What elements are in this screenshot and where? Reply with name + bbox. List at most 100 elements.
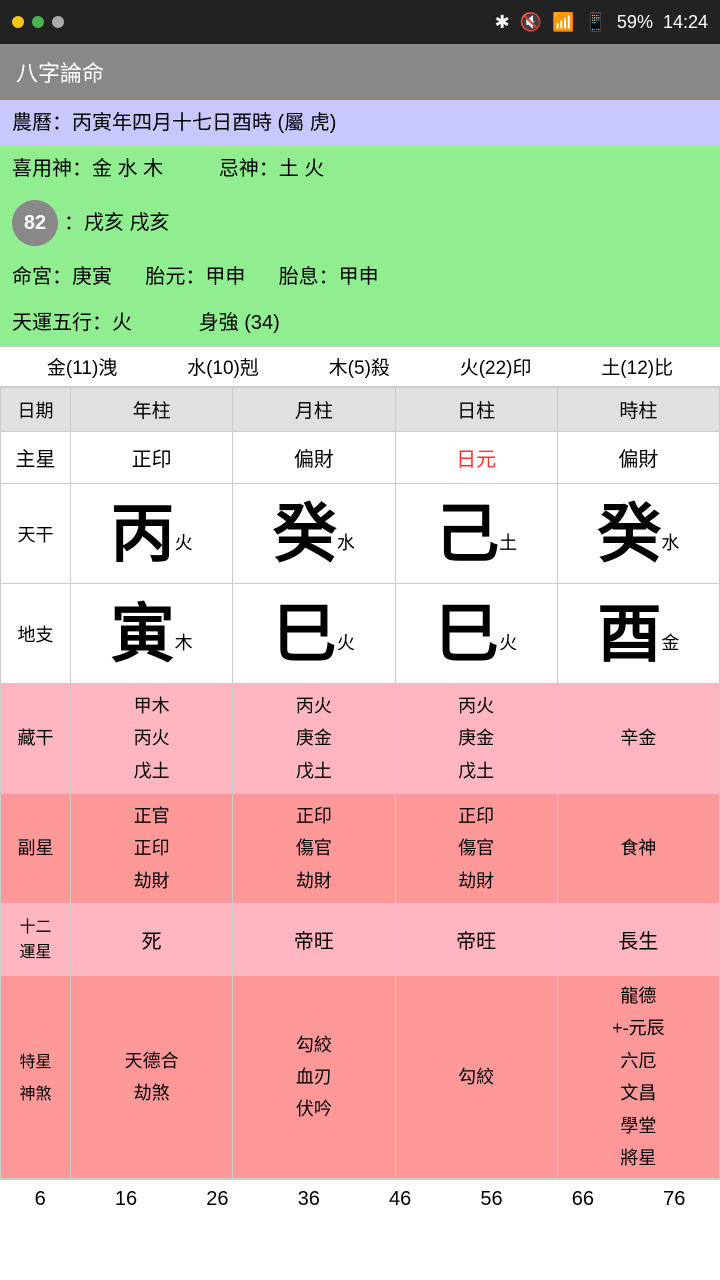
special-h3: 六厄: [620, 1051, 656, 1071]
fuxing-d1: 正印: [458, 806, 494, 826]
elem-wood: 木(5)殺: [329, 353, 390, 380]
canggan-row: 藏干 甲木 丙火 戊土 丙火 庚金 戊土 丙火 庚金 戊土 辛金: [1, 684, 720, 794]
canggan-m2: 庚金: [296, 728, 332, 748]
elem-earth: 土(12)比: [601, 353, 673, 380]
canggan-m1: 丙火: [296, 696, 332, 716]
num-3: 36: [298, 1188, 320, 1211]
heavenly-luck-text: 天運五行：火: [12, 312, 132, 334]
fuxing-row: 副星 正官 正印 劫財 正印 傷官 劫財 正印 傷官 劫財 食神: [1, 794, 720, 904]
special-stars-row: 特星神煞 天德合 劫煞 勾絞 血刃 伏吟 勾絞 龍德 +-元辰 六厄 文昌 學堂…: [1, 976, 720, 1179]
special-d1: 勾絞: [458, 1067, 494, 1087]
header-year: 年柱: [71, 388, 233, 432]
canggan-m3: 戊土: [296, 761, 332, 781]
tiangan-label: 天干: [1, 484, 71, 584]
five-elements-row: 金(11)洩 水(10)剋 木(5)殺 火(22)印 土(12)比: [0, 346, 720, 387]
tiangan-year-elem: 火: [175, 533, 193, 553]
dizhi-day: 巳火: [395, 584, 557, 684]
fuxing-label: 副星: [1, 794, 71, 904]
avoid-gods-text: 忌神：土 火: [219, 158, 325, 180]
main-star-year: 正印: [71, 432, 233, 484]
fuxing-d3: 劫財: [458, 871, 494, 891]
main-star-day: 日元: [395, 432, 557, 484]
header-day: 日柱: [395, 388, 557, 432]
special-m3: 伏吟: [296, 1099, 332, 1119]
dizhi-hour: 酉金: [557, 584, 719, 684]
yunxing-year: 死: [71, 904, 233, 976]
fuxing-hour: 食神: [557, 794, 719, 904]
bazi-table: 日期 年柱 月柱 日柱 時柱 主星 正印 偏財 日元 偏財 天干 丙火 癸水 己…: [0, 387, 720, 1179]
num-1: 16: [115, 1188, 137, 1211]
bluetooth-icon: ✱: [495, 12, 510, 33]
canggan-y1: 甲木: [134, 696, 170, 716]
wifi-icon: 📶: [552, 12, 574, 33]
special-h1: 龍德: [620, 986, 656, 1006]
dot2-icon: [32, 16, 44, 28]
dizhi-year: 寅木: [71, 584, 233, 684]
fuxing-h1: 食神: [620, 838, 656, 858]
fuxing-m3: 劫財: [296, 871, 332, 891]
special-day: 勾絞: [395, 976, 557, 1179]
fetal2-text: 胎息：甲申: [279, 266, 379, 288]
special-h5: 學堂: [620, 1116, 656, 1136]
yunxing-month: 帝旺: [233, 904, 395, 976]
canggan-d1: 丙火: [458, 696, 494, 716]
tiangan-year: 丙火: [71, 484, 233, 584]
fuxing-m2: 傷官: [296, 838, 332, 858]
special-m1: 勾絞: [296, 1035, 332, 1055]
canggan-day: 丙火 庚金 戊土: [395, 684, 557, 794]
fetal1-text: 胎元：甲申: [145, 266, 245, 288]
tiangan-day-char: 己: [435, 498, 499, 570]
fuxing-day: 正印 傷官 劫財: [395, 794, 557, 904]
fuxing-year: 正官 正印 劫財: [71, 794, 233, 904]
battery-text: 59%: [617, 12, 653, 33]
fuxing-d2: 傷官: [458, 838, 494, 858]
fuxing-y1: 正官: [134, 806, 170, 826]
num-7: 76: [663, 1188, 685, 1211]
canggan-d2: 庚金: [458, 728, 494, 748]
favorable-gods-row: 喜用神：金 水 木 忌神：土 火: [0, 146, 720, 192]
num-4: 46: [389, 1188, 411, 1211]
time-text: 14:24: [663, 12, 708, 33]
title-bar: 八字論命: [0, 44, 720, 100]
special-h4: 文昌: [620, 1083, 656, 1103]
main-star-row: 主星 正印 偏財 日元 偏財: [1, 432, 720, 484]
dizhi-row: 地支 寅木 巳火 巳火 酉金: [1, 584, 720, 684]
score-circle: 82: [12, 200, 58, 246]
dot3-icon: [52, 16, 64, 28]
fuxing-y2: 正印: [134, 838, 170, 858]
nayin-text: ：戌亥 戌亥: [64, 208, 170, 238]
elem-gold: 金(11)洩: [47, 353, 117, 380]
yunxing-label-text: 十二運星: [19, 919, 51, 960]
special-label-text: 特星神煞: [19, 1054, 51, 1103]
yunxing-label: 十二運星: [1, 904, 71, 976]
dizhi-year-char: 寅: [111, 598, 175, 670]
canggan-d3: 戊土: [458, 761, 494, 781]
special-label: 特星神煞: [1, 976, 71, 1179]
main-star-month: 偏財: [233, 432, 395, 484]
favorable-gods-text: 喜用神：金 水 木: [12, 158, 163, 180]
special-y2: 劫煞: [134, 1083, 170, 1103]
header-hour: 時柱: [557, 388, 719, 432]
life-palace-text: 命宮：庚寅: [12, 266, 112, 288]
dizhi-day-char: 巳: [435, 598, 499, 670]
special-year: 天德合 劫煞: [71, 976, 233, 1179]
yunxing-hour: 長生: [557, 904, 719, 976]
header-label: 日期: [1, 388, 71, 432]
main-star-label: 主星: [1, 432, 71, 484]
canggan-hour: 辛金: [557, 684, 719, 794]
special-y1: 天德合: [125, 1051, 179, 1071]
special-m2: 血刃: [296, 1067, 332, 1087]
special-h2: +-元辰: [612, 1018, 665, 1038]
lunar-date-text: 農曆：丙寅年四月十七日酉時 (屬 虎): [12, 112, 336, 134]
main-content: 農曆：丙寅年四月十七日酉時 (屬 虎) 喜用神：金 水 木 忌神：土 火 82 …: [0, 100, 720, 1219]
fuxing-y3: 劫財: [134, 871, 170, 891]
app-title: 八字論命: [16, 56, 104, 88]
tiangan-month: 癸水: [233, 484, 395, 584]
main-star-hour: 偏財: [557, 432, 719, 484]
dizhi-label: 地支: [1, 584, 71, 684]
canggan-year: 甲木 丙火 戊土: [71, 684, 233, 794]
elem-fire: 火(22)印: [460, 353, 532, 380]
tiangan-month-elem: 水: [337, 533, 355, 553]
yunxing-day: 帝旺: [395, 904, 557, 976]
dizhi-month: 巳火: [233, 584, 395, 684]
